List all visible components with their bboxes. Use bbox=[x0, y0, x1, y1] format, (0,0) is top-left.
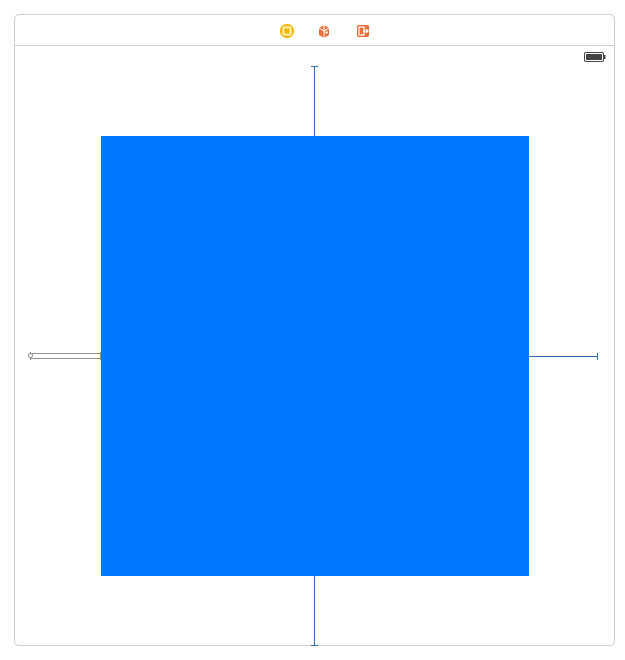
battery-icon bbox=[584, 52, 606, 62]
blue-view[interactable] bbox=[101, 136, 529, 576]
exit-icon[interactable] bbox=[355, 23, 371, 39]
top-constraint-line bbox=[314, 66, 315, 136]
bottom-constraint-cap bbox=[311, 645, 318, 646]
bottom-constraint-line bbox=[314, 576, 315, 646]
right-constraint-cap bbox=[597, 353, 598, 360]
leading-resize-handle[interactable] bbox=[28, 352, 101, 360]
right-constraint-line bbox=[529, 356, 598, 357]
scene-dock bbox=[15, 15, 614, 46]
first-responder-icon[interactable] bbox=[316, 23, 332, 39]
top-constraint-cap bbox=[311, 66, 318, 67]
leading-handle-right-cap bbox=[100, 352, 101, 360]
view-controller-icon[interactable] bbox=[279, 23, 295, 39]
leading-handle-knob[interactable] bbox=[28, 353, 33, 358]
